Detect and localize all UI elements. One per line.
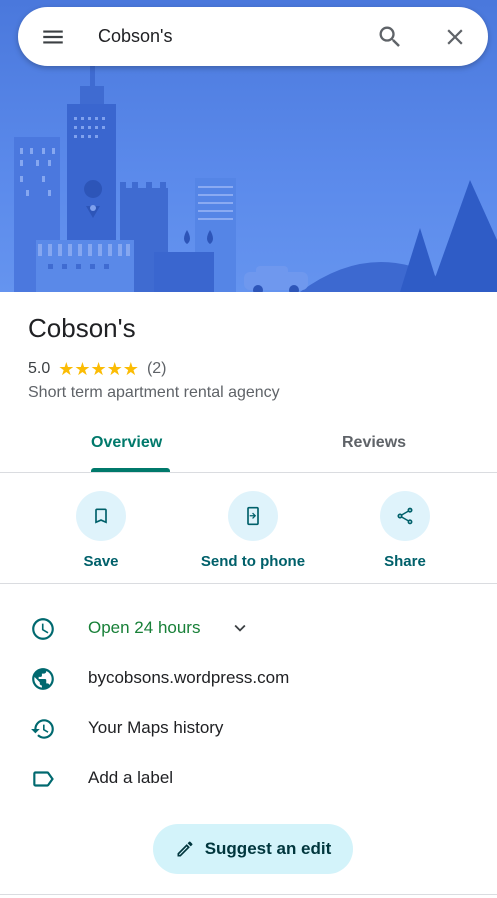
maps-history-text[interactable]: Your Maps history [88, 718, 223, 738]
send-to-phone-icon [247, 506, 259, 526]
share-label: Share [384, 553, 426, 570]
close-icon[interactable] [442, 24, 468, 50]
share-button-circle[interactable] [380, 491, 430, 541]
suggest-edit-label: Suggest an edit [204, 839, 332, 858]
search-icon[interactable] [376, 23, 404, 51]
place-category[interactable]: Short term apartment rental agency [28, 384, 280, 402]
save-button-circle[interactable] [76, 491, 126, 541]
website-link[interactable]: bycobsons.wordpress.com [88, 668, 289, 688]
send-to-phone-button[interactable]: Send to phone [188, 491, 318, 570]
review-count[interactable]: (2) [147, 360, 167, 378]
add-label-row[interactable]: Add a label [0, 758, 497, 798]
history-icon [31, 719, 54, 739]
add-label-text[interactable]: Add a label [88, 768, 173, 788]
rating-value: 5.0 [28, 360, 51, 377]
hours-row[interactable]: Open 24 hours [0, 608, 497, 648]
maps-history-row[interactable]: Your Maps history [0, 708, 497, 748]
bookmark-icon [95, 508, 107, 524]
place-title: Cobson's [28, 313, 136, 343]
action-buttons-row: Save Send to phone Share [0, 473, 497, 584]
search-query-text[interactable]: Cobson's [98, 24, 172, 48]
website-row[interactable]: bycobsons.wordpress.com [0, 658, 497, 698]
share-icon [397, 507, 413, 525]
label-icon [33, 771, 54, 787]
hours-status[interactable]: Open 24 hours [88, 618, 200, 638]
save-label: Save [83, 553, 119, 570]
tab-bar: Overview Reviews [0, 418, 497, 473]
share-button[interactable]: Share [340, 491, 470, 570]
star-rating-icon: ★★★★★ [58, 358, 139, 379]
globe-icon [32, 668, 54, 690]
search-bar[interactable]: Cobson's [18, 7, 488, 66]
tab-reviews[interactable]: Reviews [342, 434, 406, 452]
rating-row[interactable]: 5.0 ★★★★★ (2) [28, 358, 167, 380]
menu-icon[interactable] [40, 24, 66, 50]
send-to-phone-circle[interactable] [228, 491, 278, 541]
clock-icon [32, 618, 54, 640]
pencil-icon [177, 841, 193, 857]
save-button[interactable]: Save [36, 491, 166, 570]
send-to-phone-label: Send to phone [200, 553, 306, 570]
bottom-divider [0, 894, 497, 895]
active-tab-indicator [91, 468, 170, 472]
chevron-down-icon[interactable] [229, 617, 251, 639]
suggest-edit-button[interactable]: Suggest an edit [153, 824, 353, 874]
tab-overview[interactable]: Overview [91, 434, 162, 452]
